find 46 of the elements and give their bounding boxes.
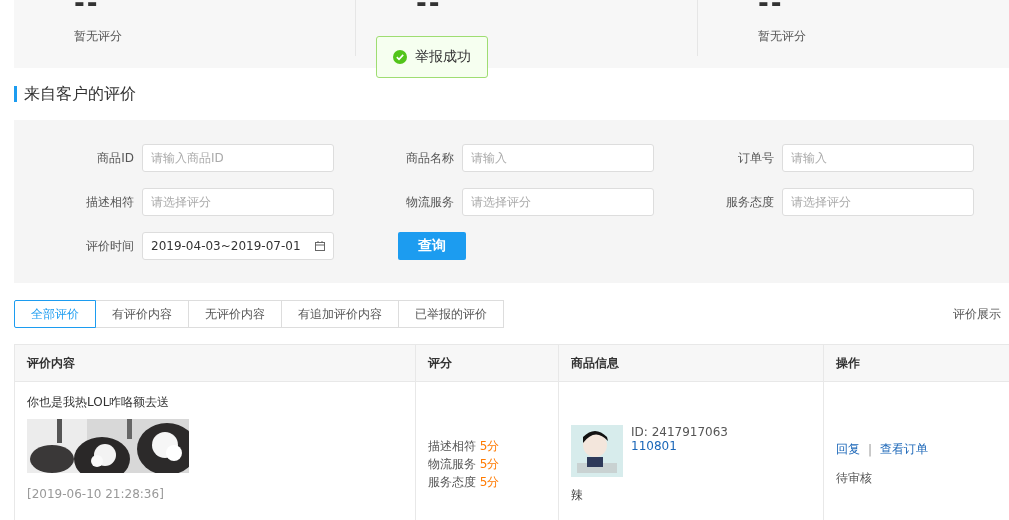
stat-label: 暂无评分 [74, 28, 122, 45]
toast-text: 举报成功 [415, 48, 471, 66]
column-header: 操作 [823, 345, 1009, 382]
column-header: 商品信息 [558, 345, 823, 382]
separator: | [868, 442, 873, 457]
filter-tab[interactable]: 无评价内容 [188, 300, 282, 328]
filter-label: 商品名称 [405, 149, 454, 167]
filter-label: 服务态度 [725, 193, 774, 211]
stat-value: -- [74, 0, 100, 18]
input-field[interactable]: 请选择评分 [142, 188, 334, 216]
review-status: 待审核 [836, 470, 873, 487]
product-image [571, 424, 623, 477]
check-icon [393, 50, 407, 64]
section-title: 来自客户的评价 [24, 83, 136, 105]
filter-label: 评价时间 [85, 237, 134, 255]
input-field[interactable]: 请选择评分 [782, 188, 974, 216]
input-field[interactable]: 请选择评分 [462, 188, 654, 216]
review-text: 你也是我热LOL咋咯额去送 [27, 394, 171, 411]
title-accent-bar [14, 86, 17, 102]
stat-label: 暂无评分 [758, 28, 806, 45]
stat-value: -- [416, 0, 442, 18]
review-time: [2019-06-10 21:28:36] [27, 487, 165, 501]
rating-line: 服务态度 5分 [428, 474, 501, 491]
reply-link[interactable]: 回复 [836, 441, 860, 458]
product-id: ID: 2417917063 [631, 424, 728, 439]
filter-label: 商品ID [96, 149, 134, 167]
input-field[interactable]: 请输入 [462, 144, 654, 172]
rating-line: 物流服务 5分 [428, 456, 501, 473]
view-order-link[interactable]: 查看订单 [880, 441, 929, 458]
stat-value: -- [758, 0, 784, 18]
calendar-icon [315, 241, 325, 251]
rating-line: 描述相符 5分 [428, 438, 501, 455]
filter-label: 订单号 [737, 149, 774, 167]
input-field[interactable]: 请输入 [782, 144, 974, 172]
filter-tab[interactable]: 已举报的评价 [398, 300, 504, 328]
column-header: 评价内容 [15, 345, 415, 382]
product-name: 辣 [571, 486, 584, 504]
filter-label: 物流服务 [405, 193, 454, 211]
filter-label: 描述相符 [85, 193, 134, 211]
input-field[interactable]: 请输入商品ID [142, 144, 334, 172]
date-range-field[interactable]: 2019-04-03~2019-07-01 [142, 232, 334, 260]
column-header: 评分 [415, 345, 558, 382]
filter-tab[interactable]: 有追加评价内容 [281, 300, 399, 328]
product-code-link[interactable]: 110801 [631, 438, 728, 453]
rules-link[interactable]: 评价展示 [953, 305, 1001, 323]
filter-tab[interactable]: 有评价内容 [95, 300, 189, 328]
